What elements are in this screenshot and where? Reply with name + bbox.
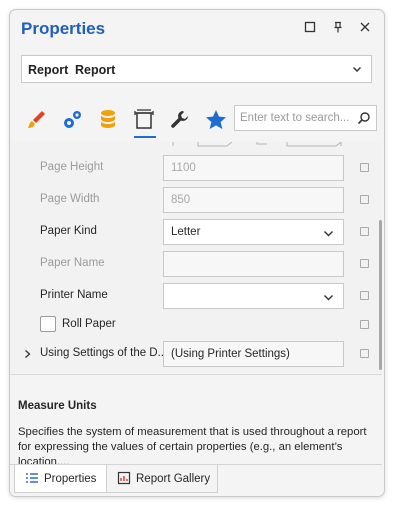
- active-tab-indicator: [134, 136, 156, 138]
- chevron-down-icon[interactable]: [323, 292, 334, 306]
- property-marker[interactable]: [360, 195, 369, 204]
- search-icon[interactable]: [357, 111, 371, 128]
- property-marker[interactable]: [360, 291, 369, 300]
- layout-icon[interactable]: [132, 108, 156, 132]
- properties-list-icon: [25, 471, 39, 488]
- gallery-icon: [117, 471, 131, 488]
- wrench-icon[interactable]: [168, 108, 192, 132]
- description-heading: Measure Units: [18, 400, 97, 412]
- panel-title: Properties: [21, 19, 106, 38]
- chevron-right-icon[interactable]: [23, 348, 32, 362]
- tab-properties[interactable]: Properties: [14, 465, 107, 493]
- property-grid: Page Height 1100 Page Width 850 Paper Ki…: [10, 142, 382, 373]
- page-height-field[interactable]: 1100: [163, 155, 344, 181]
- using-settings-field[interactable]: (Using Printer Settings): [163, 341, 344, 367]
- gears-icon[interactable]: [60, 108, 84, 132]
- scrollbar-thumb[interactable]: [379, 220, 382, 370]
- object-name: Report: [75, 63, 116, 77]
- property-row-using-settings: Using Settings of the D... (Using Printe…: [10, 338, 382, 370]
- page-width-field[interactable]: 850: [163, 187, 344, 213]
- paper-kind-dropdown[interactable]: Letter: [163, 219, 344, 245]
- close-icon[interactable]: [357, 21, 373, 37]
- property-row-paper-kind: Paper Kind Letter: [10, 216, 382, 248]
- object-type: Report: [28, 63, 69, 77]
- property-marker[interactable]: [360, 227, 369, 236]
- property-row-paper-name: Paper Name: [10, 248, 382, 280]
- maximize-icon[interactable]: [302, 21, 318, 37]
- properties-panel: Properties Report Report Enter text to s…: [9, 9, 385, 497]
- property-row-printer-name: Printer Name: [10, 280, 382, 312]
- brush-icon[interactable]: [24, 108, 48, 132]
- property-label: Roll Paper: [62, 318, 116, 330]
- printer-name-dropdown[interactable]: [163, 283, 344, 309]
- property-marker[interactable]: [360, 163, 369, 172]
- bottom-tab-bar: Properties Report Gallery: [10, 464, 382, 496]
- property-row-page-height: Page Height 1100: [10, 152, 382, 184]
- property-label: Page Height: [40, 161, 104, 173]
- roll-paper-checkbox[interactable]: [40, 316, 56, 332]
- property-marker[interactable]: [360, 259, 369, 268]
- chevron-down-icon[interactable]: [351, 63, 363, 78]
- database-icon[interactable]: [96, 108, 120, 132]
- paper-name-field[interactable]: [163, 251, 344, 277]
- property-label: Paper Name: [40, 257, 105, 269]
- property-row-roll-paper: Roll Paper: [10, 309, 382, 341]
- property-label: Printer Name: [40, 289, 108, 301]
- property-label: Paper Kind: [40, 225, 97, 237]
- search-input[interactable]: Enter text to search...: [234, 105, 377, 131]
- property-label: Using Settings of the D...: [40, 347, 168, 359]
- description-pane: Measure Units Specifies the system of me…: [10, 374, 382, 468]
- property-marker[interactable]: [360, 349, 369, 358]
- tab-report-gallery[interactable]: Report Gallery: [107, 465, 218, 493]
- property-row-page-width: Page Width 850: [10, 184, 382, 216]
- search-placeholder: Enter text to search...: [240, 112, 350, 124]
- chevron-down-icon[interactable]: [323, 228, 334, 242]
- property-marker[interactable]: [360, 320, 369, 329]
- object-selector[interactable]: Report Report: [21, 55, 372, 83]
- property-label: Page Width: [40, 193, 100, 205]
- star-icon[interactable]: [204, 108, 228, 132]
- pin-icon[interactable]: [330, 21, 346, 37]
